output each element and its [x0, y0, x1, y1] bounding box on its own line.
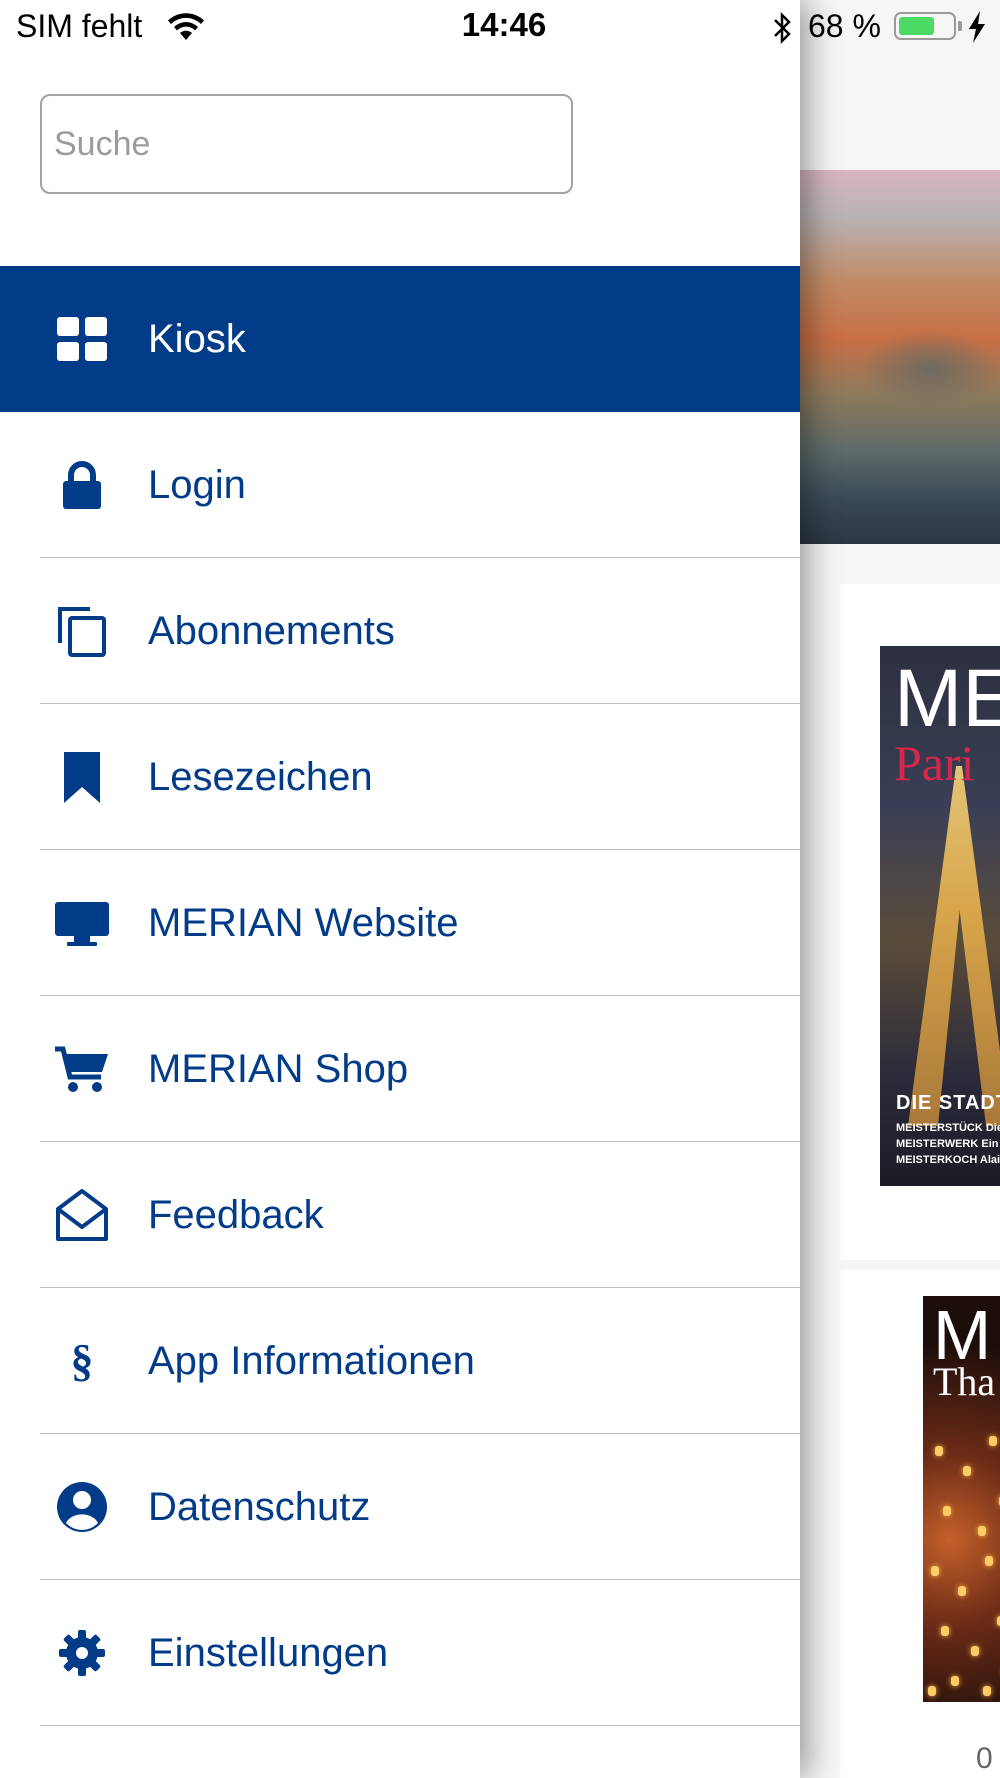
charging-icon: [969, 11, 985, 43]
lantern-light: [935, 1446, 943, 1456]
lantern-light: [941, 1626, 949, 1636]
lantern-light: [958, 1586, 966, 1596]
menu-item-feedback[interactable]: Feedback: [0, 1142, 800, 1288]
lantern-light: [978, 1526, 986, 1536]
copy-icon: [54, 603, 110, 659]
lantern-light: [985, 1556, 993, 1566]
gear-icon: [54, 1625, 110, 1681]
search-input[interactable]: [40, 94, 573, 194]
lantern-light: [989, 1436, 997, 1446]
hero-image[interactable]: [800, 170, 1000, 544]
grid-icon: [54, 311, 110, 367]
status-bar: SIM fehlt 14:46 68 %: [0, 0, 1000, 56]
issue-caption: 0: [976, 1742, 993, 1775]
menu-item-label: Einstellungen: [148, 1630, 389, 1675]
menu-item-datenschutz[interactable]: Datenschutz: [0, 1434, 800, 1580]
lantern-light: [951, 1676, 959, 1686]
lantern-light: [943, 1506, 951, 1516]
menu-item-einstellungen[interactable]: Einstellungen: [0, 1580, 800, 1726]
menu-item-label: Kiosk: [148, 316, 246, 361]
menu-item-label: MERIAN Shop: [148, 1046, 409, 1091]
cover-line: MEISTERWERK Ein: [896, 1138, 999, 1150]
menu-item-abonnements[interactable]: Abonnements: [0, 558, 800, 704]
battery-icon: [894, 12, 956, 40]
menu-item-label: Lesezeichen: [148, 754, 373, 799]
cover-subtitle: Pari: [894, 735, 975, 791]
drawer-menu: Kiosk Login Abonnements Lesezeichen MERI…: [0, 266, 800, 1726]
lantern-light: [971, 1646, 979, 1656]
battery-level: [899, 17, 935, 35]
bookmark-icon: [54, 749, 110, 805]
monitor-icon: [54, 895, 110, 951]
cover-line: MEISTERKOCH Alain: [896, 1154, 1000, 1166]
cover-line: MEISTERSTÜCK Die: [896, 1122, 1000, 1134]
lantern-light: [963, 1466, 971, 1476]
menu-item-merian-shop[interactable]: MERIAN Shop: [0, 996, 800, 1142]
menu-item-label: Abonnements: [148, 608, 395, 653]
lantern-light: [983, 1686, 991, 1696]
cart-icon: [54, 1041, 110, 1097]
battery-percent: 68 %: [808, 8, 881, 44]
section-sign-icon: §: [70, 1335, 94, 1386]
user-circle-icon: [54, 1479, 110, 1535]
lantern-light: [928, 1686, 936, 1696]
cover-title: ME: [894, 653, 1000, 744]
menu-item-label: Feedback: [148, 1192, 324, 1237]
menu-item-merian-website[interactable]: MERIAN Website: [0, 850, 800, 996]
menu-item-label: MERIAN Website: [148, 900, 459, 945]
menu-item-kiosk[interactable]: Kiosk: [0, 266, 800, 412]
navigation-drawer: Kiosk Login Abonnements Lesezeichen MERI…: [0, 0, 800, 1778]
battery-cap: [958, 21, 962, 31]
eiffel-tower-image: [908, 766, 1000, 1126]
lock-icon: [54, 457, 110, 513]
cover-subtitle: Tha: [933, 1359, 996, 1404]
open-envelope-icon: [54, 1187, 110, 1243]
menu-item-label: Login: [148, 462, 246, 507]
menu-item-app-informationen[interactable]: § App Informationen: [0, 1288, 800, 1434]
cover-label: DIE STADT: [896, 1092, 1000, 1114]
menu-item-label: Datenschutz: [148, 1484, 371, 1529]
lantern-light: [931, 1566, 939, 1576]
magazine-cover[interactable]: M Tha: [923, 1296, 1000, 1702]
kiosk-content: ME Pari DIE STADT MEISTERSTÜCK Die MEIST…: [800, 0, 1000, 1778]
magazine-cover[interactable]: ME Pari DIE STADT MEISTERSTÜCK Die MEIST…: [880, 646, 1000, 1186]
menu-item-lesezeichen[interactable]: Lesezeichen: [0, 704, 800, 850]
menu-item-label: App Informationen: [148, 1338, 475, 1383]
menu-item-login[interactable]: Login: [0, 412, 800, 558]
bluetooth-icon: [774, 11, 791, 45]
